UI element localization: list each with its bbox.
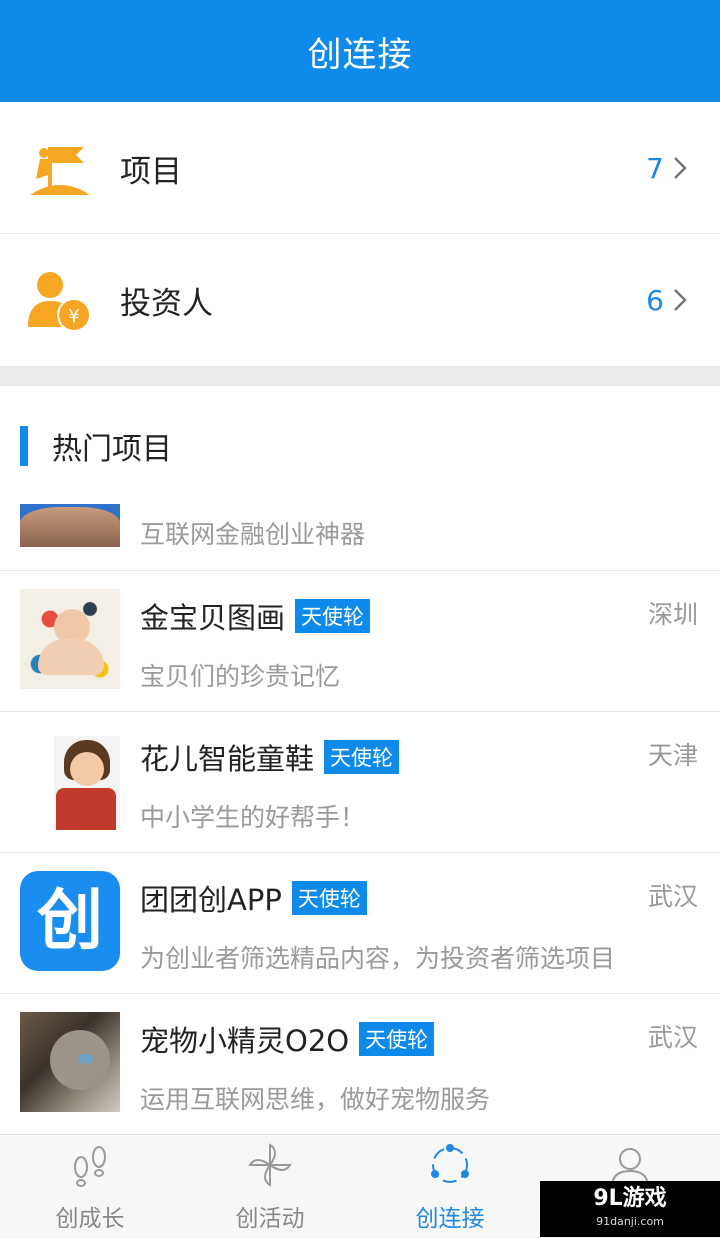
project-city: 天津 <box>647 741 698 770</box>
svg-text:¥: ¥ <box>68 306 79 327</box>
app-header: 创连接 <box>0 0 720 102</box>
menu-row-investors[interactable]: ¥ 投资人 6 <box>0 234 720 366</box>
tab-activities[interactable]: 创活动 <box>180 1135 360 1238</box>
project-name: 花儿智能童鞋 <box>140 742 315 776</box>
menu-label-projects: 项目 <box>120 153 182 190</box>
project-thumbnail <box>20 730 120 830</box>
project-name: 金宝贝图画 <box>140 601 286 635</box>
chevron-right-icon <box>674 157 687 179</box>
project-city: 武汉 <box>647 882 698 911</box>
tab-label: 创连接 <box>415 1206 485 1232</box>
project-list[interactable]: 互联网金融创业神器 金宝贝图画 天使轮 深圳 宝贝们的珍贵记忆 花儿智能童鞋 天使轮… <box>0 504 720 1134</box>
chevron-right-icon <box>674 289 687 311</box>
app-logo: 创 <box>20 871 120 971</box>
project-desc: 为创业者筛选精品内容，为投资者筛选项目 <box>140 944 616 973</box>
project-name-row: 金宝贝图画 天使轮 <box>140 595 371 637</box>
menu-count-projects: 7 <box>646 151 664 185</box>
list-item[interactable]: 金宝贝图画 天使轮 深圳 宝贝们的珍贵记忆 <box>0 570 720 711</box>
flag-on-mountain-icon <box>30 147 90 195</box>
list-item[interactable]: 宠物小精灵O2O 天使轮 武汉 运用互联网思维，做好宠物服务 <box>0 993 720 1134</box>
page-title: 创连接 <box>307 34 413 75</box>
section-accent-bar <box>20 426 28 466</box>
connect-nodes-icon <box>431 1144 469 1183</box>
tab-label: 创活动 <box>235 1206 305 1232</box>
project-city: 深圳 <box>647 600 698 629</box>
stage-badge: 天使轮 <box>324 740 400 774</box>
footprints-icon <box>74 1146 106 1187</box>
stage-badge: 天使轮 <box>291 881 367 915</box>
app-logo-text: 创 <box>37 882 103 959</box>
project-city: 武汉 <box>647 1023 698 1052</box>
project-thumbnail <box>20 504 120 547</box>
project-thumbnail <box>20 589 120 689</box>
list-item[interactable]: 创 团团创APP 天使轮 武汉 为创业者筛选精品内容，为投资者筛选项目 <box>0 852 720 993</box>
tab-connect[interactable]: 创连接 <box>360 1135 540 1238</box>
project-desc: 运用互联网思维，做好宠物服务 <box>140 1085 491 1114</box>
watermark-url: 91danji.com <box>596 1215 664 1228</box>
site-watermark: 9L游戏 91danji.com <box>540 1181 720 1237</box>
menu-row-projects[interactable]: 项目 7 <box>0 102 720 234</box>
tab-label: 创成长 <box>55 1206 125 1232</box>
tab-grow[interactable]: 创成长 <box>0 1135 180 1238</box>
project-thumbnail <box>20 1012 120 1112</box>
list-item[interactable]: 花儿智能童鞋 天使轮 天津 中小学生的好帮手！ <box>0 711 720 852</box>
project-name-row: 花儿智能童鞋 天使轮 <box>140 736 400 778</box>
stage-badge: 天使轮 <box>359 1022 435 1056</box>
section-spacer <box>0 366 720 386</box>
menu-count-investors: 6 <box>646 283 664 317</box>
project-desc: 中小学生的好帮手！ <box>140 803 366 832</box>
project-name-row: 宠物小精灵O2O 天使轮 <box>140 1018 435 1060</box>
investor-person-yen-icon: ¥ <box>28 272 91 332</box>
list-item[interactable]: 互联网金融创业神器 <box>0 504 720 570</box>
section-title: 热门项目 <box>52 432 172 467</box>
watermark-brand: 9L游戏 <box>593 1186 667 1211</box>
project-name: 宠物小精灵O2O <box>140 1024 350 1058</box>
stage-badge: 天使轮 <box>295 599 371 633</box>
project-name-row: 团团创APP 天使轮 <box>140 877 367 919</box>
project-desc: 互联网金融创业神器 <box>140 520 366 549</box>
project-name: 团团创APP <box>140 883 282 917</box>
hot-projects-header: 热门项目 <box>0 386 720 504</box>
menu-label-investors: 投资人 <box>120 285 213 322</box>
project-desc: 宝贝们的珍贵记忆 <box>140 662 341 691</box>
pinwheel-icon <box>248 1143 292 1187</box>
